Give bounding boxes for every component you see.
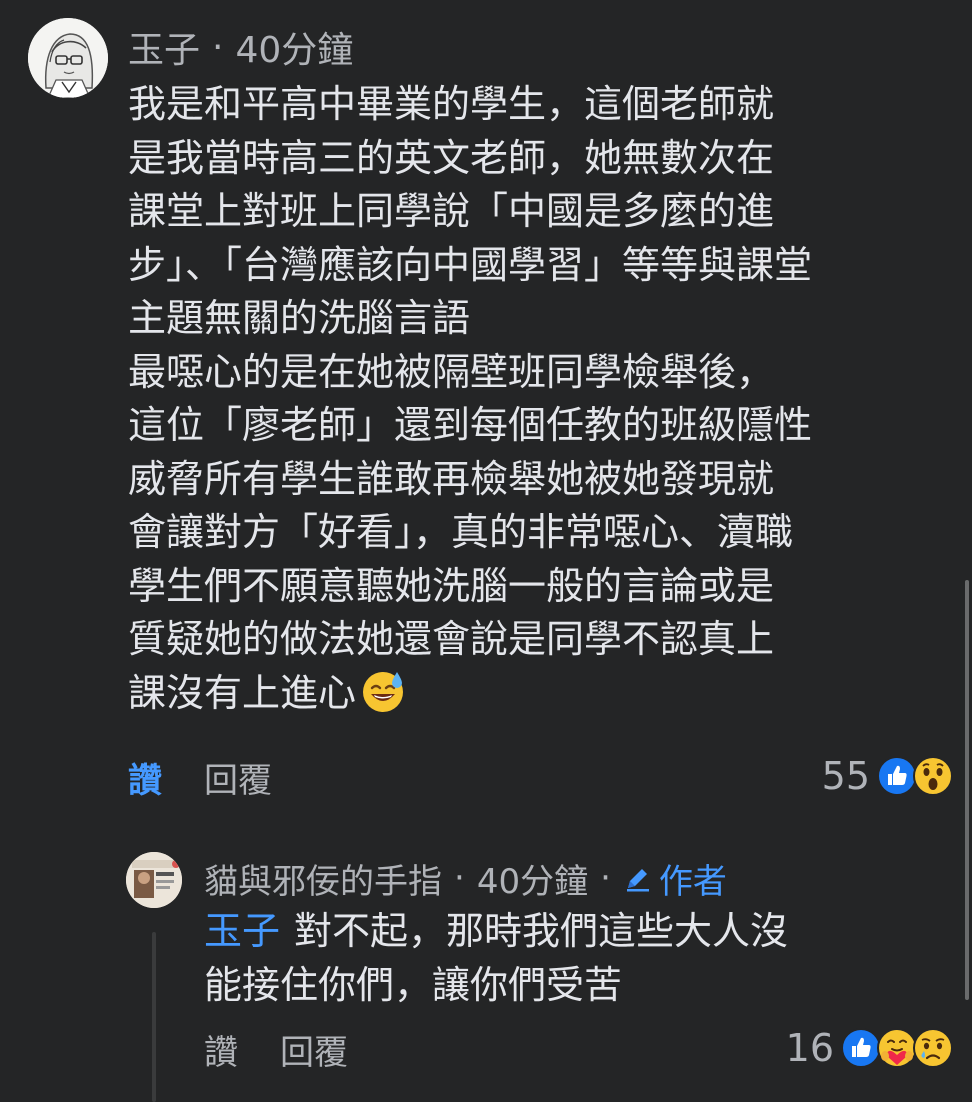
mention-link[interactable]: 玉子 [204, 909, 280, 953]
reply-line: 能接住你們，讓你們受苦 [204, 963, 623, 1007]
reply-button[interactable]: 回覆 [204, 753, 272, 802]
avatar-illustration [28, 18, 108, 98]
comment-line-text: 課沒有上進心 [128, 670, 357, 715]
comment-line: 會讓對方「好看」，真的非常噁心、瀆職 [128, 510, 794, 554]
wow-icon [913, 756, 953, 796]
reply-reaction-summary[interactable]: 16 [786, 1022, 954, 1074]
sweat-smile-emoji-icon [363, 671, 404, 712]
comment-line: 主題無關的洗腦言語 [128, 296, 471, 340]
scrollbar[interactable] [965, 580, 969, 1000]
reaction-summary[interactable]: 55 [822, 750, 954, 802]
like-button[interactable]: 讚 [128, 753, 162, 802]
comment-last-line: 課沒有上進心 [128, 667, 948, 721]
comment-line: 質疑她的做法她還會說是同學不認真上 [128, 617, 775, 661]
author-badge: 作者 [623, 854, 727, 903]
comment-line: 課堂上對班上同學說「中國是多麼的進 [128, 189, 775, 233]
reply-avatar-illustration [126, 852, 182, 908]
reply-body: 玉子 對不起，那時我們這些大人沒 能接住你們，讓你們受苦 [204, 904, 944, 1012]
comment-actions: 讚 回覆 [128, 752, 272, 802]
reply-timestamp[interactable]: 40分鐘 [477, 854, 588, 903]
reply-avatar[interactable] [126, 852, 182, 908]
reply-line-text: 對不起，那時我們這些大人沒 [294, 909, 789, 953]
comment-header: 玉子 · 40分鐘 [128, 22, 353, 72]
avatar[interactable] [28, 18, 108, 98]
reaction-count: 16 [785, 1026, 834, 1070]
comment-line: 最噁心的是在她被隔壁班同學檢舉後， [128, 349, 775, 394]
separator-dot: · [600, 858, 611, 898]
separator-dot: · [454, 858, 465, 898]
sad-icon [913, 1028, 953, 1068]
reply-actions: 讚 回覆 [204, 1024, 348, 1074]
reply-header: 貓與邪佞的手指 · 40分鐘 · 作者 [204, 854, 727, 902]
separator-dot: · [212, 26, 224, 68]
reply-author[interactable]: 貓與邪佞的手指 [204, 854, 442, 903]
comment-line: 步」、「台灣應該向中國學習」等等與課堂 [128, 242, 813, 287]
author-badge-label: 作者 [658, 861, 727, 902]
comment-line: 我是和平高中畢業的學生，這個老師就 [128, 82, 775, 126]
comment-body: 我是和平高中畢業的學生，這個老師就 是我當時高三的英文老師，她無數次在 課堂上對… [128, 78, 948, 720]
comment-line: 這位「廖老師」還到每個任教的班級隱性 [128, 403, 813, 447]
reply-button[interactable]: 回覆 [280, 1025, 348, 1074]
comment-line: 威脅所有學生誰敢再檢舉她被她發現就 [128, 456, 775, 501]
thread-connector-line [152, 932, 156, 1102]
pencil-icon [626, 869, 649, 892]
comment-timestamp[interactable]: 40分鐘 [235, 21, 353, 73]
like-button[interactable]: 讚 [204, 1025, 238, 1074]
reply-line: 玉子 對不起，那時我們這些大人沒 [204, 904, 944, 958]
comment-line: 是我當時高三的英文老師，她無數次在 [128, 135, 775, 180]
reaction-count: 55 [821, 754, 870, 798]
comment-line: 學生們不願意聽她洗腦一般的言論或是 [128, 563, 775, 608]
comment-author[interactable]: 玉子 [128, 21, 200, 73]
